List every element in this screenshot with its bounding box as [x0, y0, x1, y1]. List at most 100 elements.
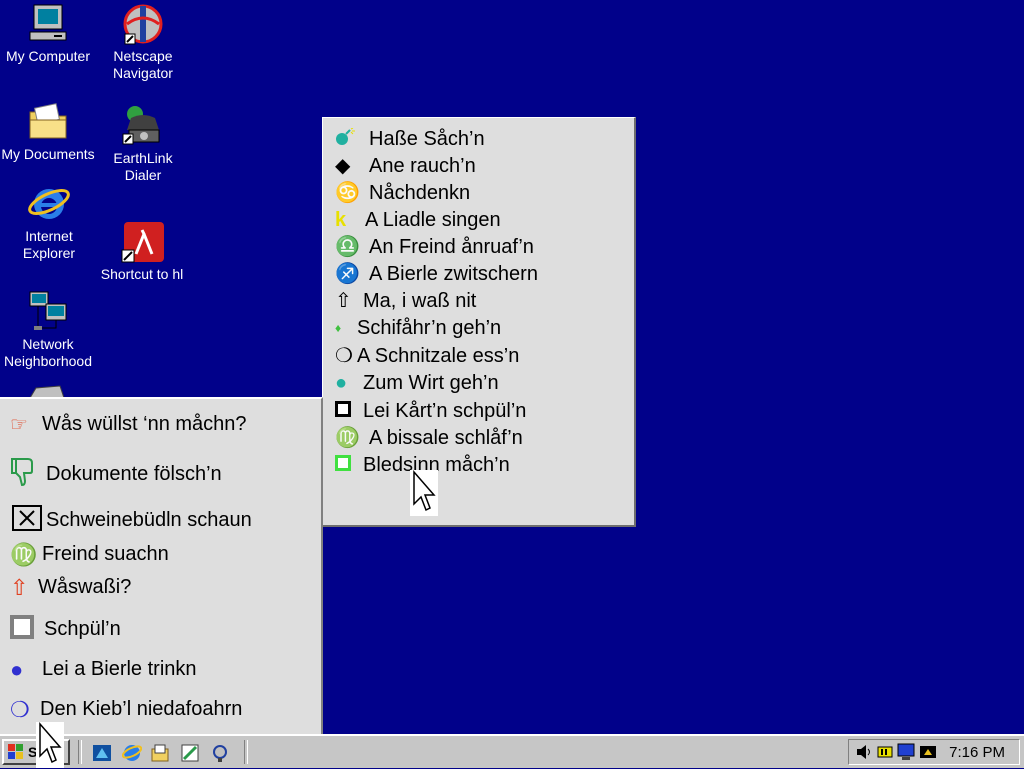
- diamond-icon: ◆: [335, 155, 351, 177]
- desktop-icon-my-documents[interactable]: My Documents: [0, 100, 96, 163]
- circle-icon: ●: [10, 656, 24, 682]
- start-menu-item[interactable]: Schweinebüdln schaun: [12, 505, 252, 535]
- submenu-item[interactable]: k A Liadle singen: [335, 207, 501, 233]
- desktop-icon-label: Network Neighborhood: [4, 336, 92, 369]
- volume-icon[interactable]: [855, 743, 873, 761]
- start-menu-item-label: Den Kieb’l niedafoahrn: [40, 698, 243, 720]
- start-menu-item[interactable]: ♍ Freind suachn: [10, 543, 169, 566]
- start-menu-item[interactable]: Schpül’n: [10, 615, 121, 643]
- start-menu-item-label: Freind suachn: [42, 543, 169, 565]
- boxed-x-icon: [12, 505, 46, 535]
- square-icon: [335, 455, 363, 475]
- start-menu-item-label: Schpül’n: [44, 617, 121, 640]
- start-menu: ☞ Wås wüllst ‘nn måchn? Dokumente fölsch…: [0, 397, 323, 734]
- desktop-icon-label: My Documents: [1, 146, 95, 162]
- windows-logo-icon: [8, 744, 24, 760]
- submenu-item-label: Ma, i waß nit: [363, 289, 477, 312]
- bomb-icon: [335, 127, 369, 150]
- display-icon[interactable]: [897, 743, 915, 761]
- channels-quicklaunch-icon[interactable]: [180, 743, 200, 763]
- start-menu-item[interactable]: Dokumente fölsch’n: [10, 457, 222, 491]
- folder-icon: [29, 103, 67, 139]
- pointing-hand-icon: ☞: [10, 413, 28, 436]
- submenu-item[interactable]: ♋ Nåchdenkn: [335, 180, 470, 206]
- media-quicklaunch-icon[interactable]: [210, 743, 230, 763]
- small-diamond-icon: ♦: [335, 321, 342, 335]
- start-menu-item[interactable]: ☞ Wås wüllst ‘nn måchn?: [10, 413, 247, 436]
- submenu-item[interactable]: ⇧ Ma, i waß nit: [335, 288, 476, 314]
- virgo-icon: ♍: [10, 541, 38, 567]
- battery-icon[interactable]: [877, 743, 895, 761]
- start-menu-item-label: Wås wüllst ‘nn måchn?: [42, 413, 247, 435]
- sagittarius-icon: ♐: [335, 263, 360, 285]
- system-tray: 7:16 PM: [848, 739, 1020, 765]
- crescent-icon: ❍: [10, 696, 30, 722]
- desktop-icon-label: My Computer: [5, 48, 91, 64]
- up-arrow-icon: ⇧: [335, 290, 352, 312]
- submenu-item[interactable]: ♍ A bissale schlåf’n: [335, 425, 523, 451]
- desktop-icon-internet-explorer[interactable]: Internet Explorer: [1, 182, 97, 262]
- phone-icon: [122, 106, 160, 145]
- taskbar: Start 7:16 PM: [0, 734, 1024, 768]
- netscape-icon: [123, 4, 163, 45]
- monitor-icon[interactable]: [919, 743, 937, 761]
- desktop-icon-netscape[interactable]: Netscape Navigator: [95, 2, 191, 82]
- thumbs-down-icon: [10, 457, 46, 491]
- desktop-icon-label: Netscape Navigator: [113, 48, 173, 81]
- desktop-icon-shortcut-hl[interactable]: Shortcut to hl: [94, 220, 190, 283]
- clock[interactable]: 7:16 PM: [949, 744, 1005, 761]
- desktop-icon-label: EarthLink Dialer: [113, 150, 173, 183]
- k-icon: k: [335, 209, 347, 231]
- submenu-item-label: Ane rauch’n: [369, 154, 476, 177]
- submenu-item-label: Lei Kårt’n schpül’n: [363, 399, 527, 422]
- submenu-item[interactable]: ♐ A Bierle zwitschern: [335, 261, 538, 287]
- show-desktop-icon[interactable]: [92, 743, 112, 763]
- square-icon: [10, 615, 44, 643]
- halflife-icon: [121, 222, 164, 263]
- computer-icon: [29, 4, 67, 41]
- ie-icon: [28, 189, 70, 219]
- submenu-item[interactable]: Haße Såch’n: [335, 126, 485, 152]
- submenu-item-label: Haße Såch’n: [369, 127, 485, 150]
- start-menu-item-label: Wåswaßi?: [38, 576, 132, 598]
- cancer-icon: ♋: [335, 182, 360, 204]
- libra-icon: ♎: [335, 236, 360, 258]
- start-menu-item[interactable]: ⇧ Wåswaßi?: [10, 576, 131, 599]
- outlook-quicklaunch-icon[interactable]: [150, 743, 170, 763]
- submenu-item-label: A Bierle zwitschern: [369, 262, 538, 285]
- submenu-item-label: An Freind ånruaf’n: [369, 235, 534, 258]
- submenu-item-label: Nåchdenkn: [369, 181, 471, 204]
- start-menu-item[interactable]: ● Lei a Bierle trinkn: [10, 658, 197, 681]
- submenu-item-label: A bissale schlåf’n: [369, 426, 523, 449]
- submenu-item[interactable]: ◆ Ane rauch’n: [335, 153, 476, 179]
- desktop-icon-label: Internet Explorer: [22, 228, 76, 261]
- mouse-cursor-icon: [410, 470, 438, 516]
- hidden-desktop-icon: [29, 385, 65, 398]
- submenu-item-label: A Liadle singen: [365, 208, 501, 231]
- submenu-item[interactable]: ● Zum Wirt geh’n: [335, 370, 499, 396]
- submenu-item[interactable]: ❍ A Schnitzale ess’n: [335, 343, 519, 369]
- submenu-item-label: Zum Wirt geh’n: [363, 371, 499, 394]
- ie-quicklaunch-icon[interactable]: [121, 743, 143, 763]
- submenu-item-label: Schifåhr’n geh’n: [357, 316, 502, 339]
- square-icon: [335, 401, 363, 421]
- virgo-icon: ♍: [335, 427, 360, 449]
- start-menu-item[interactable]: ❍ Den Kieb’l niedafoahrn: [10, 698, 242, 721]
- desktop-icon-network-neighborhood[interactable]: Network Neighborhood: [0, 290, 96, 370]
- circle-icon: ●: [335, 372, 348, 394]
- submenu-item[interactable]: ♎ An Freind ånruaf’n: [335, 234, 534, 260]
- start-menu-item-label: Schweinebüdln schaun: [46, 508, 252, 531]
- crescent-icon: ❍: [335, 345, 353, 367]
- up-arrow-icon: ⇧: [10, 574, 29, 600]
- submenu-item[interactable]: ♦ Schifåhr’n geh’n: [335, 315, 501, 341]
- network-icon: [29, 291, 67, 330]
- desktop-icon-label: Shortcut to hl: [100, 266, 184, 282]
- submenu-item[interactable]: Lei Kårt’n schpül’n: [335, 398, 526, 424]
- submenu-item-label: A Schnitzale ess’n: [357, 344, 520, 367]
- desktop-icon-my-computer[interactable]: My Computer: [0, 2, 96, 65]
- start-menu-item-label: Lei a Bierle trinkn: [42, 658, 197, 680]
- desktop-icon-earthlink[interactable]: EarthLink Dialer: [95, 104, 191, 184]
- start-submenu: Haße Såch’n ◆ Ane rauch’n ♋ Nåchdenkn k …: [322, 117, 636, 527]
- taskbar-separator: [78, 740, 82, 764]
- start-menu-item-label: Dokumente fölsch’n: [46, 462, 222, 485]
